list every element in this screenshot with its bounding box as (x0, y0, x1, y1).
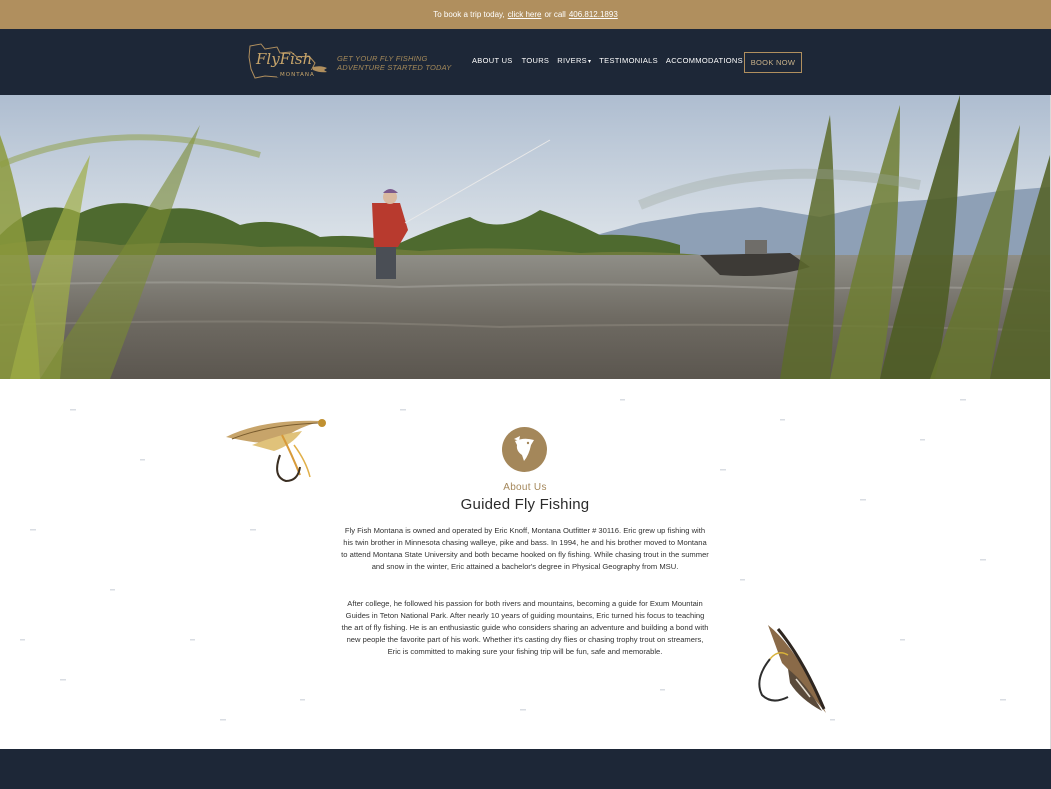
fly-lure-image-left (222, 415, 330, 487)
nav-testimonials[interactable]: TESTIMONIALS (599, 56, 658, 65)
announcement-bar: To book a trip today, click here or call… (0, 0, 1051, 29)
book-trip-link[interactable]: click here (508, 10, 542, 19)
nav-rivers-label: RIVERS (557, 56, 587, 65)
fly-lure-graphic (758, 625, 826, 713)
about-section: About Us Guided Fly Fishing Fly Fish Mon… (0, 379, 1050, 749)
logo-graphic: FlyFish MONTANA (248, 43, 327, 79)
logo-text-main: FlyFish (255, 50, 312, 68)
hero-image (0, 95, 1050, 379)
header-tagline: GET YOUR FLY FISHING ADVENTURE STARTED T… (337, 54, 451, 72)
site-logo[interactable]: FlyFish MONTANA (247, 43, 331, 81)
logo-text-sub: MONTANA (280, 72, 315, 78)
primary-nav: ABOUT US TOURS RIVERS▾ TESTIMONIALS ACCO… (472, 56, 743, 65)
section-eyebrow: About Us (503, 482, 547, 493)
about-paragraph-1: Fly Fish Montana is owned and operated b… (341, 526, 709, 571)
nav-accommodations[interactable]: ACCOMMODATIONS (666, 56, 743, 65)
announcement-middle: or call (544, 10, 566, 19)
fly-lure-graphic (226, 419, 326, 483)
phone-link[interactable]: 406.812.1893 (569, 10, 618, 19)
fish-icon (502, 427, 547, 472)
section-title: Guided Fly Fishing (460, 496, 590, 513)
nav-rivers[interactable]: RIVERS▾ (557, 56, 591, 65)
tagline-line2: ADVENTURE STARTED TODAY (337, 63, 452, 72)
footer (0, 749, 1051, 789)
tagline-line1: GET YOUR FLY FISHING (337, 54, 428, 63)
caret-down-icon: ▾ (587, 59, 592, 65)
nav-tours[interactable]: TOURS (522, 56, 550, 65)
hero-scene (0, 95, 1050, 379)
fly-lure-image-right (748, 619, 832, 721)
nav-about-us[interactable]: ABOUT US (472, 56, 513, 65)
book-now-button[interactable]: BOOK NOW (744, 52, 802, 73)
announcement-prefix: To book a trip today, (433, 10, 505, 19)
about-paragraph-2: After college, he followed his passion f… (341, 599, 709, 656)
